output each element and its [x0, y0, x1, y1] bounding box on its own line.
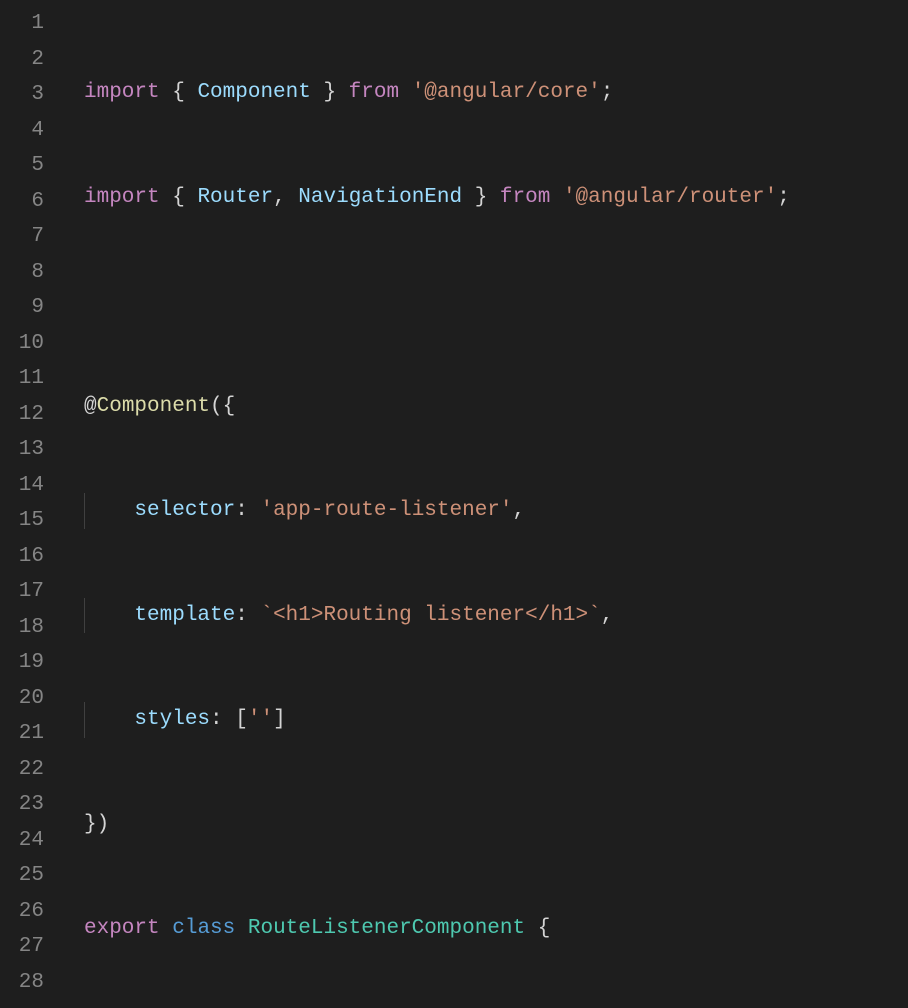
line-number: 13 — [0, 432, 44, 468]
line-number: 24 — [0, 823, 44, 859]
code-line[interactable] — [84, 284, 908, 320]
line-number: 5 — [0, 148, 44, 184]
line-number: 19 — [0, 645, 44, 681]
line-number: 18 — [0, 610, 44, 646]
line-number: 22 — [0, 752, 44, 788]
line-number: 20 — [0, 681, 44, 717]
line-number: 23 — [0, 787, 44, 823]
code-line[interactable]: @Component({ — [84, 389, 908, 425]
code-area[interactable]: import { Component } from '@angular/core… — [62, 0, 908, 1008]
code-editor[interactable]: 1 2 3 4 5 6 7 8 9 10 11 12 13 14 15 16 1… — [0, 0, 908, 1008]
line-number: 11 — [0, 361, 44, 397]
line-number: 7 — [0, 219, 44, 255]
code-line[interactable]: styles: [''] — [84, 702, 908, 738]
line-number: 8 — [0, 255, 44, 291]
code-line[interactable]: selector: 'app-route-listener', — [84, 493, 908, 529]
line-number: 12 — [0, 397, 44, 433]
line-number: 9 — [0, 290, 44, 326]
code-line[interactable]: import { Router, NavigationEnd } from '@… — [84, 180, 908, 216]
code-line[interactable]: template: `<h1>Routing listener</h1>`, — [84, 598, 908, 634]
line-number: 4 — [0, 113, 44, 149]
line-number: 26 — [0, 894, 44, 930]
line-number: 1 — [0, 6, 44, 42]
line-number: 6 — [0, 184, 44, 220]
line-number: 10 — [0, 326, 44, 362]
line-number: 16 — [0, 539, 44, 575]
line-number: 2 — [0, 42, 44, 78]
line-number: 28 — [0, 965, 44, 1001]
code-line[interactable]: export class RouteListenerComponent { — [84, 911, 908, 947]
line-number: 21 — [0, 716, 44, 752]
line-number: 17 — [0, 574, 44, 610]
line-number: 3 — [0, 77, 44, 113]
code-line[interactable]: import { Component } from '@angular/core… — [84, 75, 908, 111]
line-number: 15 — [0, 503, 44, 539]
code-line[interactable]: }) — [84, 807, 908, 843]
line-number-gutter: 1 2 3 4 5 6 7 8 9 10 11 12 13 14 15 16 1… — [0, 0, 62, 1008]
line-number: 25 — [0, 858, 44, 894]
line-number: 27 — [0, 929, 44, 965]
line-number: 14 — [0, 468, 44, 504]
